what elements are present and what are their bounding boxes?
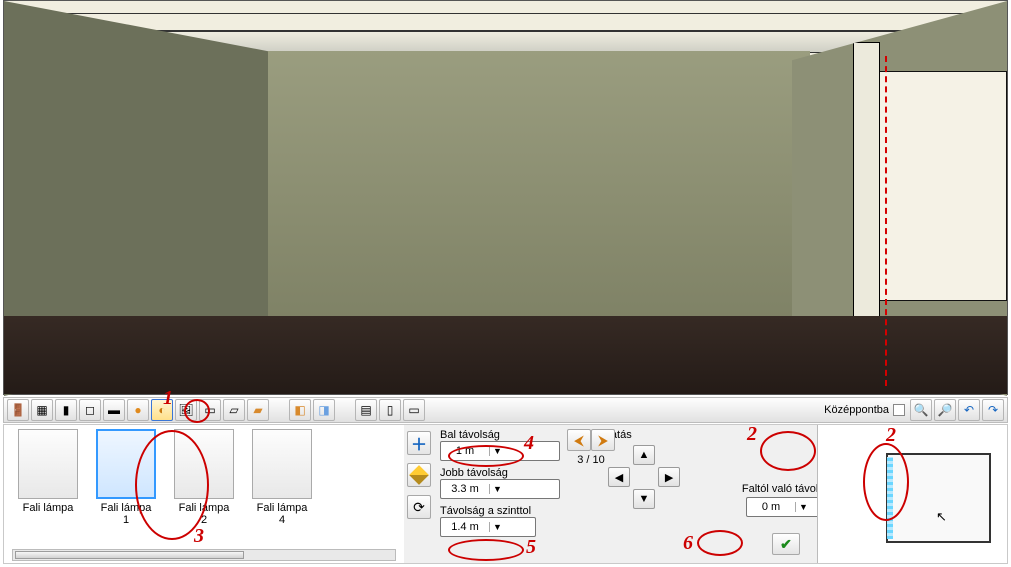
confirm-button[interactable]: ✔ xyxy=(772,533,800,555)
wall-distance-value: 0 m xyxy=(747,501,795,513)
skirting-icon[interactable]: ▰ xyxy=(247,399,269,421)
catalog-num: 2 xyxy=(201,514,207,526)
placement-guideline xyxy=(885,56,887,386)
center-label: Középpontba xyxy=(824,404,889,416)
pencil-icon xyxy=(409,465,429,485)
switch-icon[interactable]: ◻ xyxy=(79,399,101,421)
dropdown-icon[interactable]: ▼ xyxy=(489,446,505,456)
check-icon: ✔ xyxy=(780,536,792,553)
scrollbar-thumb[interactable] xyxy=(15,551,244,559)
plan-selected-wall xyxy=(887,457,893,539)
plus-icon: ＋ xyxy=(411,431,427,455)
move-up-button[interactable]: ▲ xyxy=(633,445,655,465)
catalog-name: Fali lámpa xyxy=(101,502,152,514)
catalog-name: Fali lámpa xyxy=(257,502,308,514)
reload-button[interactable]: ⟳ xyxy=(407,495,431,519)
mini-plan[interactable]: ↖ xyxy=(817,425,1007,563)
mid-action-column: ＋ ⟳ xyxy=(404,425,434,563)
refresh-icon: ⟳ xyxy=(413,499,425,516)
move-left-button[interactable]: ◀ xyxy=(608,467,630,487)
catalog-thumb xyxy=(96,429,156,499)
left-distance-label: Bal távolság xyxy=(440,429,560,441)
bottom-panel: Fali lámpa Fali lámpa 1 Fali lámpa 2 xyxy=(3,424,1008,564)
back-wall xyxy=(268,51,810,339)
level-distance-label: Távolság a szinttol xyxy=(440,505,590,517)
object1-icon[interactable]: ◧ xyxy=(289,399,311,421)
zoom-fit-icon[interactable]: 🔎 xyxy=(934,399,956,421)
level-distance-value: 1.4 m xyxy=(441,521,489,533)
center-checkbox[interactable] xyxy=(893,404,905,416)
crown-moulding-upper xyxy=(4,13,1007,31)
object2-icon[interactable]: ◨ xyxy=(313,399,335,421)
redo-icon[interactable]: ↷ xyxy=(982,399,1004,421)
catalog-scrollbar[interactable] xyxy=(12,549,396,561)
confirm-group: ✔ xyxy=(772,533,800,555)
move-right-button[interactable]: ▶ xyxy=(658,467,680,487)
catalog-item[interactable]: Fali lámpa 2 xyxy=(168,429,240,549)
catalog-name: Fali lámpa xyxy=(23,502,74,514)
catalog-strip: Fali lámpa Fali lámpa 1 Fali lámpa 2 xyxy=(4,425,404,563)
undo-icon[interactable]: ↶ xyxy=(958,399,980,421)
catalog-num: 4 xyxy=(279,514,285,526)
door-icon[interactable]: 🚪 xyxy=(7,399,29,421)
dropdown-icon[interactable]: ▼ xyxy=(795,502,811,512)
prev-wall-button[interactable]: ⮜ xyxy=(567,429,591,451)
catalog-name: Fali lámpa xyxy=(179,502,230,514)
right-distance-value: 3.3 m xyxy=(441,483,489,495)
plan-cursor-icon: ↖ xyxy=(936,509,947,525)
edit-button[interactable] xyxy=(407,463,431,487)
beam-icon[interactable]: ▭ xyxy=(403,399,425,421)
next-wall-button[interactable]: ⮞ xyxy=(591,429,615,451)
left-distance-input[interactable]: 1 m ▼ xyxy=(440,441,560,461)
window-icon[interactable]: ▦ xyxy=(31,399,53,421)
catalog-thumb xyxy=(252,429,312,499)
ceiling-icon[interactable]: ▬ xyxy=(103,399,125,421)
floor xyxy=(4,316,1007,394)
right-distance-label: Jobb távolság xyxy=(440,467,560,479)
viewport-3d[interactable] xyxy=(3,0,1008,395)
wall-nav: ⮜ ⮞ 3 / 10 xyxy=(563,429,619,466)
cornice-icon[interactable]: ▱ xyxy=(223,399,245,421)
level-distance-input[interactable]: 1.4 m ▼ xyxy=(440,517,536,537)
room-icon[interactable]: ▤ xyxy=(355,399,377,421)
left-distance-value: 1 m xyxy=(441,445,489,457)
catalog-thumb xyxy=(18,429,78,499)
wall-lamp-icon[interactable]: ◐ xyxy=(151,399,173,421)
dropdown-icon[interactable]: ▼ xyxy=(489,484,505,494)
catalog-num: 1 xyxy=(123,514,129,526)
catalog-item[interactable]: Fali lámpa xyxy=(12,429,84,549)
zoom-in-icon[interactable]: 🔍 xyxy=(910,399,932,421)
add-button[interactable]: ＋ xyxy=(407,431,431,455)
placement-fields: Bal távolság 1 m ▼ Jobb távolság 3.3 m ▼… xyxy=(434,425,817,563)
ceiling-lamp-icon[interactable]: ● xyxy=(127,399,149,421)
right-distance-input[interactable]: 3.3 m ▼ xyxy=(440,479,560,499)
plan-room-outline xyxy=(886,453,991,543)
column-icon[interactable]: ▯ xyxy=(379,399,401,421)
catalog-thumb xyxy=(174,429,234,499)
move-down-button[interactable]: ▼ xyxy=(633,489,655,509)
wall-nav-count: 3 / 10 xyxy=(563,454,619,466)
catalog-item[interactable]: Fali lámpa 4 xyxy=(246,429,318,549)
picture-icon[interactable]: 🖼 xyxy=(175,399,197,421)
dropdown-icon[interactable]: ▼ xyxy=(489,522,505,532)
catalog-item-selected[interactable]: Fali lámpa 1 xyxy=(90,429,162,549)
window xyxy=(877,71,1007,301)
wall-icon[interactable]: ▮ xyxy=(55,399,77,421)
category-toolbar: 🚪 ▦ ▮ ◻ ▬ ● ◐ 🖼 ▭ ▱ ▰ ◧ ◨ ▤ ▯ ▭ Középpon… xyxy=(3,397,1008,423)
panel1-icon[interactable]: ▭ xyxy=(199,399,221,421)
